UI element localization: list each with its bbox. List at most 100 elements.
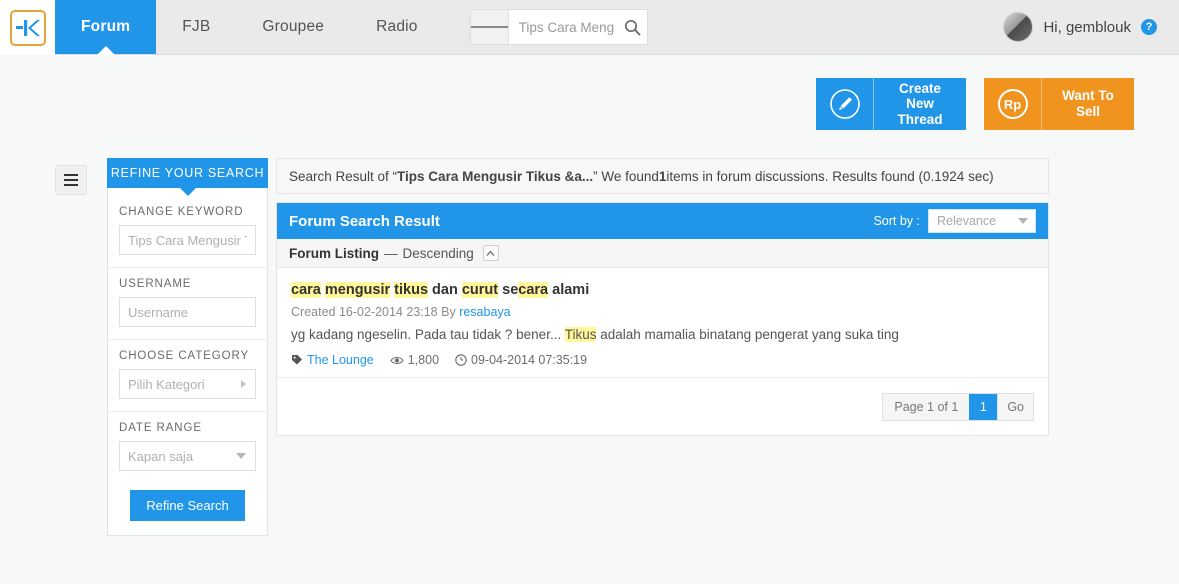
choose-category-select[interactable]: Pilih Kategori xyxy=(119,369,256,399)
result-meta: The Lounge 1,800 09-04-2014 07:35:19 xyxy=(291,353,1034,367)
sort-by-select[interactable]: Relevance xyxy=(928,209,1036,233)
sort-by-value: Relevance xyxy=(937,214,997,228)
result-views-group: 1,800 xyxy=(390,353,439,367)
toggle-line-3 xyxy=(64,184,78,186)
forum-listing-label: Forum Listing xyxy=(289,245,379,261)
search-category-menu-icon[interactable] xyxy=(469,9,508,45)
summary-prefix: Search Result of “ xyxy=(289,168,398,184)
title-part-7: se xyxy=(498,282,519,298)
title-part-5: dan xyxy=(428,282,462,298)
top-header: Forum FJB Groupee Radio Tips Cara Meng H… xyxy=(0,0,1179,55)
chevron-right-icon xyxy=(241,380,246,388)
logo-k-glyph xyxy=(15,19,40,36)
username-input[interactable] xyxy=(119,297,256,327)
change-keyword-input[interactable] xyxy=(119,225,256,255)
title-part-2: mengusir xyxy=(324,282,391,298)
forum-search-result-panel: Forum Search Result Sort by : Relevance … xyxy=(276,202,1049,437)
nav-item-forum-label: Forum xyxy=(81,18,131,35)
filter-choose-category: CHOOSE CATEGORY Pilih Kategori xyxy=(108,340,267,412)
chevron-down-icon xyxy=(236,453,246,459)
summary-suffix: items in forum discussions. Results foun… xyxy=(666,168,994,184)
date-range-label: DATE RANGE xyxy=(119,422,202,434)
pencil-icon xyxy=(816,78,874,130)
rupiah-icon: Rp xyxy=(984,78,1042,130)
sort-by-label: Sort by : xyxy=(873,214,920,228)
snippet-part-1: Tikus xyxy=(564,326,597,342)
nav-item-forum[interactable]: Forum xyxy=(55,0,157,54)
refine-sidebar: REFINE YOUR SEARCH CHANGE KEYWORD USERNA… xyxy=(107,158,268,536)
nav-item-radio-label: Radio xyxy=(376,18,418,35)
page-number-input[interactable] xyxy=(969,393,998,420)
result-category-link[interactable]: The Lounge xyxy=(307,353,374,367)
search-input[interactable] xyxy=(518,19,620,35)
filter-change-keyword: CHANGE KEYWORD xyxy=(108,196,267,268)
eye-icon xyxy=(390,356,404,365)
title-part-9: alami xyxy=(548,282,590,298)
avatar[interactable] xyxy=(1003,12,1034,42)
username-label: USERNAME xyxy=(119,278,192,290)
pagination: Page 1 of 1 Go xyxy=(882,392,1034,421)
snippet-part-0: yg kadang ngeselin. Pada tau tidak ? ben… xyxy=(291,326,565,342)
refine-submit-row: Refine Search xyxy=(108,479,267,535)
summary-query: Tips Cara Mengusir Tikus &a... xyxy=(397,168,594,184)
nav-item-radio[interactable]: Radio xyxy=(350,0,444,54)
header-search-group xyxy=(469,9,648,45)
user-greeting: Hi, gemblouk xyxy=(1043,18,1131,36)
want-to-sell-label: Want To Sell xyxy=(1062,88,1114,119)
sort-by-group: Sort by : Relevance xyxy=(873,209,1036,233)
burger-line-2 xyxy=(482,26,496,28)
magnifier-glyph xyxy=(624,19,641,35)
choose-category-value: Pilih Kategori xyxy=(128,376,205,392)
date-range-select[interactable]: Kapan saja xyxy=(119,441,256,471)
pagination-row: Page 1 of 1 Go xyxy=(277,377,1048,435)
pencil-glyph xyxy=(829,89,860,119)
create-new-thread-label: Create New Thread xyxy=(897,80,943,127)
date-range-value: Kapan saja xyxy=(128,448,194,464)
search-icon[interactable] xyxy=(620,19,641,36)
search-results-main: Search Result of “Tips Cara Mengusir Tik… xyxy=(276,158,1049,437)
result-views-count: 1,800 xyxy=(407,353,440,368)
refine-panel: CHANGE KEYWORD USERNAME CHOOSE CATEGORY … xyxy=(107,188,268,536)
rupiah-glyph: Rp xyxy=(997,89,1028,119)
sidebar-toggle-button[interactable] xyxy=(55,165,87,195)
clock-icon xyxy=(455,354,467,367)
create-new-thread-button[interactable]: Create New Thread xyxy=(816,78,966,130)
listing-dash: — xyxy=(384,245,398,261)
refine-search-button[interactable]: Refine Search xyxy=(130,490,245,521)
created-prefix: Created 16-02-2014 23:18 By xyxy=(291,304,460,319)
result-created-line: Created 16-02-2014 23:18 By resabaya xyxy=(291,305,1034,319)
site-logo[interactable] xyxy=(0,0,55,55)
choose-category-label: CHOOSE CATEGORY xyxy=(119,350,250,362)
result-timestamp: 09-04-2014 07:35:19 xyxy=(471,353,588,368)
sort-direction-toggle[interactable] xyxy=(482,245,499,261)
toggle-line-2 xyxy=(64,179,78,181)
title-part-8: cara xyxy=(518,282,549,298)
page-label: Page 1 of 1 xyxy=(894,399,959,414)
header-search-field[interactable] xyxy=(507,9,648,45)
forum-listing-bar: Forum Listing — Descending xyxy=(277,239,1048,268)
kaskus-logo-icon xyxy=(9,9,46,46)
nav-item-fjb[interactable]: FJB xyxy=(156,0,236,54)
summary-count: 1 xyxy=(658,168,667,184)
refine-your-search-tab[interactable]: REFINE YOUR SEARCH xyxy=(107,158,268,188)
want-to-sell-button[interactable]: Rp Want To Sell xyxy=(984,78,1134,130)
filter-date-range: DATE RANGE Kapan saja xyxy=(108,412,267,479)
result-author-link[interactable]: resabaya xyxy=(459,305,510,319)
panel-header: Forum Search Result Sort by : Relevance xyxy=(277,203,1048,239)
tag-icon xyxy=(292,355,302,365)
search-result-item: cara mengusir tikus dan curut secara ala… xyxy=(277,268,1048,377)
listing-direction: Descending xyxy=(402,245,474,261)
chevron-up-icon xyxy=(486,250,495,256)
help-icon[interactable]: ? xyxy=(1141,19,1157,35)
page-go-button[interactable]: Go xyxy=(997,393,1033,420)
summary-middle: ” We found xyxy=(593,168,659,184)
result-title[interactable]: cara mengusir tikus dan curut secara ala… xyxy=(291,281,1034,301)
nav-item-groupee[interactable]: Groupee xyxy=(236,0,350,54)
burger-line-1 xyxy=(470,26,483,28)
result-category-group[interactable]: The Lounge xyxy=(291,353,374,367)
snippet-part-2: adalah mamalia binatang pengerat yang su… xyxy=(596,326,899,342)
user-area[interactable]: Hi, gemblouk ? xyxy=(1003,0,1179,54)
toggle-line-1 xyxy=(64,174,78,176)
result-snippet: yg kadang ngeselin. Pada tau tidak ? ben… xyxy=(291,326,1034,345)
chevron-down-icon xyxy=(1018,218,1028,224)
